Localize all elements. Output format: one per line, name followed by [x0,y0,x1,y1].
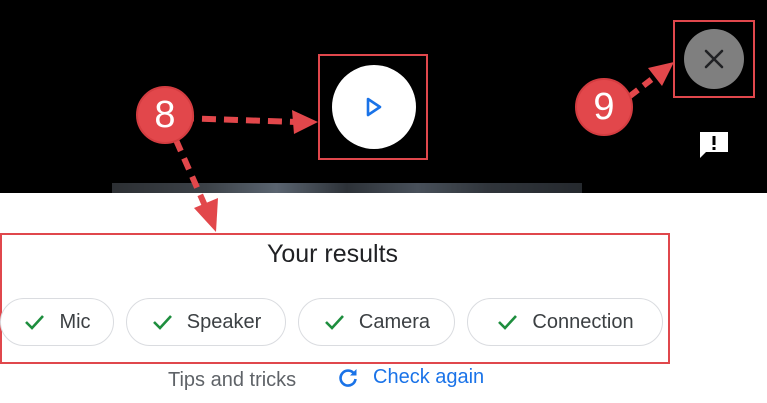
callout-step-8: 8 [136,86,194,144]
camera-check-chip: Camera [298,298,455,346]
refresh-icon [339,368,357,387]
callout-step-9: 9 [575,78,633,136]
connection-label: Connection [532,310,634,333]
speaker-check-chip: Speaker [126,298,286,346]
check-icon [25,315,45,330]
check-icon [325,315,344,330]
mic-check-chip: Mic [0,298,114,346]
check-icon [498,315,518,330]
close-highlight-box [673,20,755,98]
check-again-button[interactable]: Check again [337,366,484,389]
play-highlight-box [318,54,428,160]
speaker-label: Speaker [186,310,262,333]
arrow-to-results-head [194,198,218,232]
check-icon [152,315,172,330]
feedback-icon[interactable] [698,130,730,160]
check-again-label: Check again [373,366,485,388]
tips-and-tricks-link[interactable]: Tips and tricks [168,369,296,392]
video-preview-image [112,183,582,193]
mic-label: Mic [59,310,91,333]
camera-label: Camera [358,310,431,333]
results-title: Your results [266,240,399,268]
connection-check-chip: Connection [467,298,663,346]
